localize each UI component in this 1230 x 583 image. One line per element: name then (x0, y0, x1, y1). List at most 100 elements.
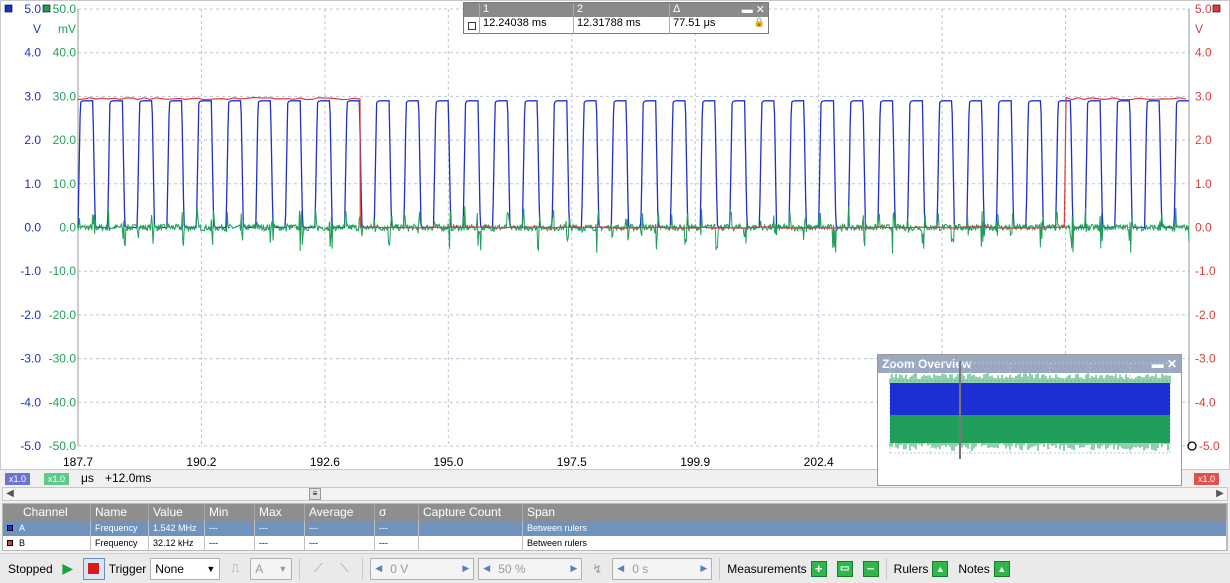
trigger-mode-select[interactable]: None ▼ (150, 557, 221, 580)
row-name: Frequency (91, 536, 149, 551)
picoscope-window: VmV V 5.0 50.0 5.0 4.0 40.0 4.0 3.0 30.0 3.0 2.0 20.… (0, 0, 1230, 583)
step-down-icon[interactable]: ◀ (375, 563, 382, 574)
y-tick-label-mv: 30.0 (53, 89, 77, 103)
run-button[interactable]: ▶ (57, 558, 79, 580)
checkbox-icon[interactable] (467, 21, 476, 30)
ruler-legend-corner (464, 3, 480, 17)
row-sigma: --- (375, 521, 419, 536)
y-tick-label-v: 0.0 (24, 221, 41, 235)
row-average: --- (305, 536, 375, 551)
rulers-label: Rulers (893, 561, 929, 576)
y-tick-label-v: 3.0 (24, 89, 41, 103)
y-tick-label-mv: -30.0 (49, 352, 77, 366)
step-up-icon[interactable]: ▶ (570, 563, 577, 574)
row-sigma: --- (375, 536, 419, 551)
trigger-source-select[interactable]: A ▼ (250, 557, 293, 580)
edit-measurement-button[interactable]: ▭ (836, 560, 853, 577)
row-capture-count (419, 536, 523, 551)
threshold-stepper[interactable]: ◀ 0 V ▶ (370, 557, 475, 580)
col-min[interactable]: Min (205, 504, 255, 521)
y-tick-label-right: 2.0 (1195, 133, 1212, 147)
row-span: Between rulers (523, 521, 1227, 536)
channel-b-math-marker-icon (42, 4, 51, 13)
zoom-overview-plot[interactable] (878, 355, 1181, 467)
y-tick-label-right: 3.0 (1195, 89, 1212, 103)
x-axis-unit: μs (81, 471, 94, 485)
channel-b-scale-chip[interactable]: x1.0 (44, 473, 70, 485)
y-tick-label-v: 1.0 (24, 177, 41, 191)
y-tick-label-mv: -50.0 (49, 439, 77, 453)
trigger-edge-icon[interactable]: ⎍ (224, 558, 246, 580)
channel-b-right-scale-chip[interactable]: x1.0 (1194, 473, 1220, 485)
table-row[interactable]: B Frequency 32.12 kHz --- --- --- --- Be… (3, 536, 1227, 551)
col-value[interactable]: Value (149, 504, 205, 521)
oscilloscope-view[interactable]: VmV V 5.0 50.0 5.0 4.0 40.0 4.0 3.0 30.0 3.0 2.0 20.… (0, 0, 1230, 486)
measurements-header-row: Channel Name Value Min Max Average σ Cap… (3, 504, 1227, 521)
scroll-left-icon[interactable]: ◀ (3, 488, 17, 500)
channel-a-trace (77, 100, 1189, 229)
lock-icon[interactable]: 🔒 (754, 17, 765, 34)
scroll-right-icon[interactable]: ▶ (1213, 488, 1227, 500)
step-down-icon[interactable]: ◀ (617, 563, 624, 574)
rulers-toggle-button[interactable]: ▲ (932, 560, 949, 577)
add-measurement-button[interactable]: + (810, 560, 827, 577)
delay-icon[interactable]: ↯ (586, 558, 608, 580)
horizontal-scrollbar[interactable]: ◀ ≡ ▶ (2, 487, 1228, 501)
ruler-delta-value: 77.51 μs (673, 17, 716, 29)
row-value: 1.542 MHz (149, 521, 205, 536)
y-tick-label-v: 2.0 (24, 133, 41, 147)
scroll-thumb[interactable]: ≡ (309, 488, 321, 500)
y-tick-label-mv: 50.0 (53, 2, 77, 16)
y-tick-label-v: -1.0 (20, 264, 41, 278)
col-sigma[interactable]: σ (375, 504, 419, 521)
table-row[interactable]: A Frequency 1.542 MHz --- --- --- --- Be… (3, 521, 1227, 536)
col-capture-count[interactable]: Capture Count (419, 504, 523, 521)
zoom-channel-a-band (890, 383, 1170, 415)
threshold-value: 0 V (390, 561, 409, 576)
stop-button[interactable] (82, 557, 105, 580)
ruler-delta-header: Δ (673, 3, 681, 15)
ruler-2-value: 12.31788 ms (574, 17, 670, 34)
col-channel[interactable]: Channel (3, 504, 91, 521)
chevron-down-icon: ▼ (278, 563, 288, 574)
col-average[interactable]: Average (305, 504, 375, 521)
zoom-overview-panel[interactable]: Zoom Overview ▬ ✕ (877, 354, 1182, 486)
toolbar-separator (719, 557, 721, 580)
y-tick-label-right: -4.0 (1195, 395, 1216, 409)
channel-a-marker-icon (4, 4, 13, 13)
notes-toggle-button[interactable]: ▲ (993, 560, 1010, 577)
row-name: Frequency (91, 521, 149, 536)
falling-edge-icon[interactable]: ⟍ (333, 558, 355, 580)
edit-icon: ▭ (839, 562, 850, 574)
step-down-icon[interactable]: ◀ (483, 563, 490, 574)
row-max: --- (255, 521, 305, 536)
col-span[interactable]: Span (523, 504, 1227, 521)
step-up-icon[interactable]: ▶ (700, 563, 707, 574)
delay-stepper[interactable]: ◀ 0 s ▶ (612, 557, 713, 580)
chevron-down-icon: ▼ (206, 563, 216, 574)
row-value: 32.12 kHz (149, 536, 205, 551)
row-span: Between rulers (523, 536, 1227, 551)
y-tick-label-mv: -40.0 (49, 395, 77, 409)
minimize-icon[interactable]: ▬ (742, 4, 753, 16)
delete-measurement-button[interactable]: − (862, 560, 879, 577)
col-max[interactable]: Max (255, 504, 305, 521)
close-icon[interactable]: ✕ (756, 4, 765, 16)
notes-label: Notes (958, 561, 990, 576)
row-max: --- (255, 536, 305, 551)
y-tick-label-right: 5.0 (1195, 2, 1212, 16)
pretrigger-stepper[interactable]: ◀ 50 % ▶ (478, 557, 583, 580)
y-tick-label-mv: 10.0 (53, 177, 77, 191)
channel-a-scale-chip[interactable]: x1.0 (5, 473, 31, 485)
rising-edge-icon[interactable]: ⟋ (307, 558, 329, 580)
y-tick-label-mv: -20.0 (49, 308, 77, 322)
col-name[interactable]: Name (91, 504, 149, 521)
status-label: Stopped (8, 561, 53, 576)
step-up-icon[interactable]: ▶ (462, 563, 469, 574)
ruler-legend[interactable]: 1 2 Δ ▬ ✕ 12.24038 ms 12.31788 ms 77.51 … (463, 2, 769, 34)
x-tick-label: 195.0 (433, 455, 463, 469)
play-icon: ▶ (62, 560, 74, 576)
measurements-table[interactable]: Channel Name Value Min Max Average σ Cap… (2, 503, 1228, 551)
row-channel: A (19, 523, 26, 533)
ruler-2-header: 2 (574, 3, 670, 17)
